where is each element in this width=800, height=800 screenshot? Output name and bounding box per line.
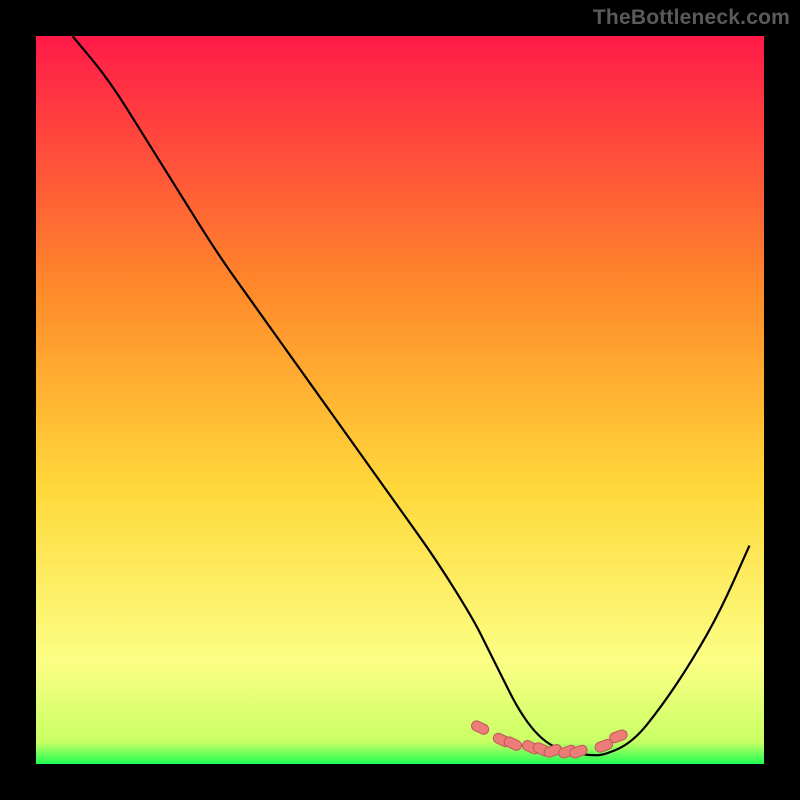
watermark-text: TheBottleneck.com (593, 6, 790, 30)
plot-area (36, 36, 764, 764)
page-root: { "watermark": "TheBottleneck.com", "col… (0, 0, 800, 800)
bottleneck-chart (0, 0, 800, 800)
